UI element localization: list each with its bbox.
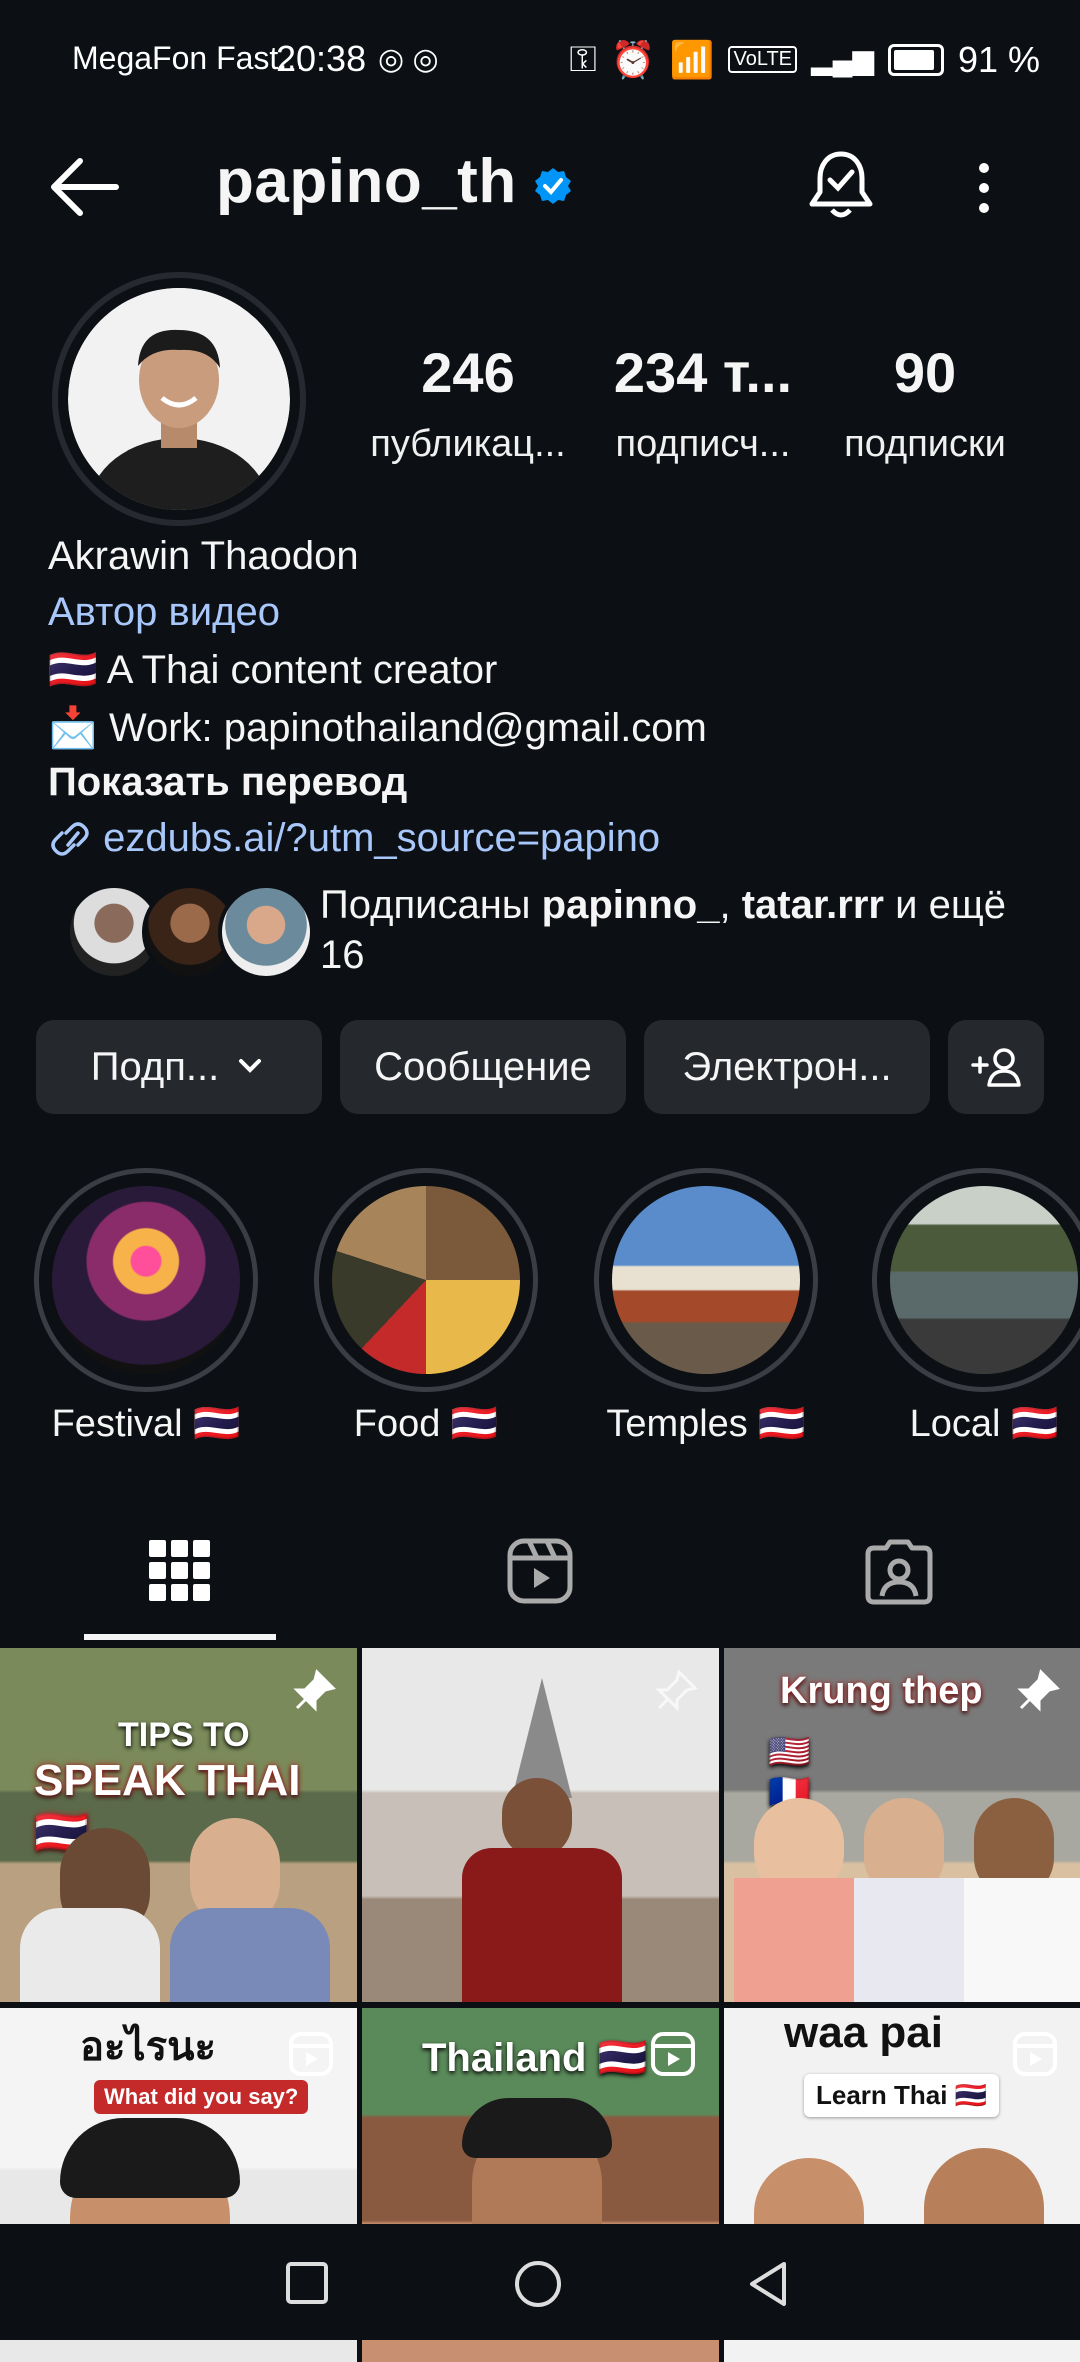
post-3-outfit-3: [964, 1878, 1080, 2002]
thai-flag-icon: 🇹🇭: [48, 648, 98, 692]
bio-line-1-text: A Thai content creator: [106, 648, 498, 692]
profile-username: papino_th: [216, 147, 517, 216]
email-button[interactable]: Электрон...: [644, 1020, 930, 1114]
post-5-caption: Thailand 🇹🇭: [422, 2036, 648, 2080]
reels-tab-icon[interactable]: [505, 1536, 575, 1606]
post-tile-2[interactable]: [362, 1648, 719, 2002]
instagram-notification-icon: ◎ ◎: [378, 43, 439, 76]
add-person-icon: [971, 1048, 1021, 1087]
post-3-outfit-2: [854, 1878, 964, 2002]
email-button-label: Электрон...: [682, 1044, 892, 1089]
carrier-name: MegaFon Fast...: [72, 40, 305, 76]
mutual-followers-avatars[interactable]: [66, 884, 314, 980]
highlight-temples-cover: [612, 1186, 800, 1374]
post-4-subtitle: What did you say?: [94, 2080, 309, 2114]
mutual-followers-text[interactable]: Подписаны papinno_, tatar.rrr и ещё 16: [320, 880, 1040, 980]
post-3-outfit-1: [734, 1878, 854, 2002]
post-5-hair: [462, 2098, 612, 2158]
more-options-icon[interactable]: [964, 150, 1004, 230]
post-1-shirt-1: [20, 1908, 160, 2002]
post-6-caption: waa pai: [784, 2008, 943, 2057]
mutual-separator: ,: [719, 883, 742, 927]
battery-icon: [887, 43, 944, 76]
mutual-user-2: tatar.rrr: [741, 883, 884, 927]
reel-icon: [651, 2032, 695, 2076]
verified-badge-icon: [535, 168, 571, 204]
home-circle-icon[interactable]: [512, 2258, 564, 2310]
volte-badge: VoLTE: [728, 46, 798, 73]
active-tab-indicator: [84, 1634, 276, 1640]
highlight-local-label: Local 🇹🇭: [909, 1403, 1059, 1445]
bio-line-1: 🇹🇭 A Thai content creator: [48, 646, 497, 693]
clock: 20:38: [276, 38, 367, 79]
stat-posts[interactable]: 246 публикац...: [355, 340, 581, 466]
reel-icon: [289, 2032, 333, 2076]
chevron-down-icon: [239, 1059, 262, 1073]
bio-line-2: 📩 Work: papinothailand@gmail.com: [48, 704, 707, 751]
post-3-caption: Krung thep: [780, 1670, 983, 1712]
mutual-avatar-3: [218, 884, 314, 980]
battery-percent: 91 %: [957, 38, 1040, 80]
profile-category: Автор видео: [48, 590, 280, 634]
stat-followers-label: подписч...: [615, 423, 791, 465]
suggest-users-button[interactable]: [948, 1020, 1044, 1114]
bio-link-text: ezdubs.ai/?utm_source=papino: [103, 816, 661, 860]
pinned-icon: [293, 1669, 336, 1712]
status-icons: ⚿ ⏰ 📶 VoLTE ▂▄▆ 91 %: [569, 38, 1040, 81]
highlight-festival-label: Festival 🇹🇭: [51, 1403, 241, 1445]
highlight-festival-cover: [52, 1186, 240, 1374]
highlight-local-cover: [890, 1186, 1078, 1374]
mutual-prefix: Подписаны: [320, 883, 542, 927]
alarm-icon: ⏰: [610, 38, 656, 80]
back-triangle-icon[interactable]: [744, 2258, 792, 2310]
notification-bell-icon[interactable]: [806, 148, 876, 224]
following-button-label: Подп...: [90, 1044, 220, 1089]
post-1-shirt-2: [170, 1908, 330, 2002]
following-button[interactable]: Подп...: [36, 1020, 322, 1114]
profile-avatar[interactable]: [68, 288, 290, 510]
post-2-costume: [462, 1848, 622, 2002]
profile-full-name: Akrawin Thaodon: [48, 534, 359, 578]
stat-posts-label: публикац...: [370, 423, 566, 465]
post-tile-1[interactable]: TIPS TO SPEAK THAI 🇹🇭: [0, 1648, 357, 2002]
show-translation-link[interactable]: Показать перевод: [48, 760, 407, 805]
stat-following-value: 90: [893, 341, 957, 404]
grid-tab-icon[interactable]: [145, 1536, 215, 1606]
post-4-thai-text: อะไรนะ: [80, 2025, 216, 2069]
message-button-label: Сообщение: [374, 1044, 592, 1089]
back-arrow-icon[interactable]: [46, 152, 126, 222]
stat-posts-value: 246: [421, 341, 515, 404]
signal-icon: ▂▄▆: [811, 44, 874, 75]
stat-following-label: подписки: [844, 423, 1006, 465]
mutual-user-1: papinno_: [541, 883, 720, 927]
key-icon: ⚿: [569, 38, 597, 79]
stat-following[interactable]: 90 подписки: [818, 340, 1032, 466]
system-navigation-bar: [0, 2224, 1080, 2340]
wifi-icon: 📶: [669, 38, 715, 80]
post-tile-3[interactable]: Krung thep 🇺🇸 🇫🇷 🇹🇭: [724, 1648, 1080, 2002]
bio-external-link[interactable]: ezdubs.ai/?utm_source=papino: [48, 816, 660, 861]
bio-line-2-text: Work: papinothailand@gmail.com: [108, 706, 707, 750]
stat-followers-value: 234 т...: [613, 341, 793, 404]
post-1-caption-line1: TIPS TO: [118, 1716, 250, 1754]
post-6-subtitle: Learn Thai 🇹🇭: [804, 2074, 1000, 2117]
highlight-food-label: Food 🇹🇭: [353, 1403, 499, 1445]
recents-square-icon[interactable]: [284, 2260, 330, 2306]
pinned-icon: [655, 1669, 698, 1712]
highlight-food-cover: [332, 1186, 520, 1374]
message-button[interactable]: Сообщение: [340, 1020, 626, 1114]
pinned-icon: [1017, 1669, 1060, 1712]
tagged-tab-icon[interactable]: [864, 1536, 934, 1606]
highlight-temples-label: Temples 🇹🇭: [606, 1403, 806, 1445]
inbox-tray-icon: 📩: [48, 706, 98, 750]
reel-icon: [1013, 2032, 1057, 2076]
post-2-person-head: [502, 1778, 572, 1858]
stat-followers[interactable]: 234 т... подписч...: [590, 340, 816, 466]
status-bar: MegaFon Fast... 20:38 ◎ ◎ ⚿ ⏰ 📶 VoLTE ▂▄…: [0, 0, 1080, 120]
post-4-hair: [60, 2118, 240, 2198]
link-icon: [51, 822, 89, 856]
